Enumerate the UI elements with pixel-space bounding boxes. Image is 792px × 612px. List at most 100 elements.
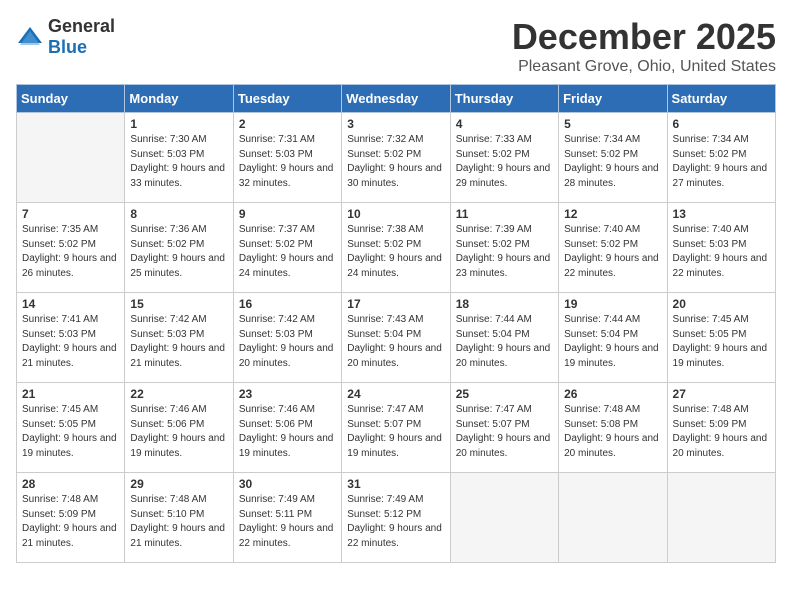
day-number: 11 xyxy=(456,207,553,221)
calendar-cell: 15 Sunrise: 7:42 AMSunset: 5:03 PMDayligh… xyxy=(125,293,233,383)
day-number: 19 xyxy=(564,297,661,311)
weekday-header-thursday: Thursday xyxy=(450,85,558,113)
calendar-cell: 3 Sunrise: 7:32 AMSunset: 5:02 PMDaylight… xyxy=(342,113,450,203)
day-number: 20 xyxy=(673,297,770,311)
logo-general: General xyxy=(48,16,115,36)
day-info: Sunrise: 7:36 AMSunset: 5:02 PMDaylight:… xyxy=(130,223,227,281)
calendar-cell: 13Sunrise: 7:40 AMSunset: 5:03 PMDayligh… xyxy=(667,203,775,293)
calendar-cell: 27 Sunrise: 7:48 AMSunset: 5:09 PMDayligh… xyxy=(667,383,775,473)
day-number: 7 xyxy=(22,207,119,221)
calendar-cell: 29 Sunrise: 7:48 AMSunset: 5:10 PMDayligh… xyxy=(125,473,233,563)
location-title: Pleasant Grove, Ohio, United States xyxy=(512,58,776,76)
day-info: Sunrise: 7:48 AMSunset: 5:09 PMDaylight:… xyxy=(22,493,119,551)
calendar-cell: 16 Sunrise: 7:42 AMSunset: 5:03 PMDayligh… xyxy=(233,293,341,383)
day-info: Sunrise: 7:46 AMSunset: 5:06 PMDaylight:… xyxy=(130,403,227,461)
calendar-cell: 17 Sunrise: 7:43 AMSunset: 5:04 PMDayligh… xyxy=(342,293,450,383)
day-number: 16 xyxy=(239,297,336,311)
day-info: Sunrise: 7:42 AMSunset: 5:03 PMDaylight:… xyxy=(130,313,227,371)
calendar-body: 1Sunrise: 7:30 AMSunset: 5:03 PMDaylight… xyxy=(17,113,776,563)
title-section: December 2025 Pleasant Grove, Ohio, Unit… xyxy=(512,16,776,76)
day-number: 23 xyxy=(239,387,336,401)
day-number: 8 xyxy=(130,207,227,221)
header: General Blue December 2025 Pleasant Grov… xyxy=(16,16,776,76)
day-info: Sunrise: 7:35 AMSunset: 5:02 PMDaylight:… xyxy=(22,223,119,281)
day-number: 13 xyxy=(673,207,770,221)
weekday-header-friday: Friday xyxy=(559,85,667,113)
weekday-header-saturday: Saturday xyxy=(667,85,775,113)
day-number: 26 xyxy=(564,387,661,401)
day-info: Sunrise: 7:32 AMSunset: 5:02 PMDaylight:… xyxy=(347,133,444,191)
calendar-cell: 24Sunrise: 7:47 AMSunset: 5:07 PMDayligh… xyxy=(342,383,450,473)
calendar-week-1: 7 Sunrise: 7:35 AMSunset: 5:02 PMDaylight… xyxy=(17,203,776,293)
calendar-cell: 10 Sunrise: 7:38 AMSunset: 5:02 PMDayligh… xyxy=(342,203,450,293)
day-info: Sunrise: 7:43 AMSunset: 5:04 PMDaylight:… xyxy=(347,313,444,371)
day-info: Sunrise: 7:48 AMSunset: 5:10 PMDaylight:… xyxy=(130,493,227,551)
day-number: 17 xyxy=(347,297,444,311)
day-number: 2 xyxy=(239,117,336,131)
calendar-cell: 26 Sunrise: 7:48 AMSunset: 5:08 PMDayligh… xyxy=(559,383,667,473)
calendar-cell: 28Sunrise: 7:48 AMSunset: 5:09 PMDayligh… xyxy=(17,473,125,563)
calendar-cell: 21Sunrise: 7:45 AMSunset: 5:05 PMDayligh… xyxy=(17,383,125,473)
day-info: Sunrise: 7:49 AMSunset: 5:12 PMDaylight:… xyxy=(347,493,444,551)
weekday-header-wednesday: Wednesday xyxy=(342,85,450,113)
day-info: Sunrise: 7:37 AMSunset: 5:02 PMDaylight:… xyxy=(239,223,336,281)
day-info: Sunrise: 7:41 AMSunset: 5:03 PMDaylight:… xyxy=(22,313,119,371)
weekday-header-sunday: Sunday xyxy=(17,85,125,113)
logo-blue: Blue xyxy=(48,37,87,57)
day-number: 25 xyxy=(456,387,553,401)
day-info: Sunrise: 7:40 AMSunset: 5:02 PMDaylight:… xyxy=(564,223,661,281)
calendar-cell: 9 Sunrise: 7:37 AMSunset: 5:02 PMDaylight… xyxy=(233,203,341,293)
day-number: 10 xyxy=(347,207,444,221)
day-number: 29 xyxy=(130,477,227,491)
day-info: Sunrise: 7:42 AMSunset: 5:03 PMDaylight:… xyxy=(239,313,336,371)
day-info: Sunrise: 7:46 AMSunset: 5:06 PMDaylight:… xyxy=(239,403,336,461)
calendar-cell xyxy=(450,473,558,563)
day-info: Sunrise: 7:45 AMSunset: 5:05 PMDaylight:… xyxy=(673,313,770,371)
calendar-cell xyxy=(667,473,775,563)
day-info: Sunrise: 7:44 AMSunset: 5:04 PMDaylight:… xyxy=(456,313,553,371)
calendar-cell: 31 Sunrise: 7:49 AMSunset: 5:12 PMDayligh… xyxy=(342,473,450,563)
day-info: Sunrise: 7:47 AMSunset: 5:07 PMDaylight:… xyxy=(456,403,553,461)
day-number: 15 xyxy=(130,297,227,311)
logo-icon xyxy=(16,25,44,49)
month-title: December 2025 xyxy=(512,16,776,58)
day-info: Sunrise: 7:45 AMSunset: 5:05 PMDaylight:… xyxy=(22,403,119,461)
calendar-cell: 23 Sunrise: 7:46 AMSunset: 5:06 PMDayligh… xyxy=(233,383,341,473)
day-number: 27 xyxy=(673,387,770,401)
calendar-cell xyxy=(17,113,125,203)
calendar-cell: 22 Sunrise: 7:46 AMSunset: 5:06 PMDayligh… xyxy=(125,383,233,473)
calendar-week-4: 28Sunrise: 7:48 AMSunset: 5:09 PMDayligh… xyxy=(17,473,776,563)
day-info: Sunrise: 7:48 AMSunset: 5:09 PMDaylight:… xyxy=(673,403,770,461)
day-info: Sunrise: 7:49 AMSunset: 5:11 PMDaylight:… xyxy=(239,493,336,551)
calendar-week-3: 21Sunrise: 7:45 AMSunset: 5:05 PMDayligh… xyxy=(17,383,776,473)
calendar-cell: 7 Sunrise: 7:35 AMSunset: 5:02 PMDaylight… xyxy=(17,203,125,293)
day-number: 5 xyxy=(564,117,661,131)
day-info: Sunrise: 7:44 AMSunset: 5:04 PMDaylight:… xyxy=(564,313,661,371)
calendar-cell: 19 Sunrise: 7:44 AMSunset: 5:04 PMDayligh… xyxy=(559,293,667,383)
calendar-cell: 18Sunrise: 7:44 AMSunset: 5:04 PMDayligh… xyxy=(450,293,558,383)
day-info: Sunrise: 7:33 AMSunset: 5:02 PMDaylight:… xyxy=(456,133,553,191)
day-info: Sunrise: 7:48 AMSunset: 5:08 PMDaylight:… xyxy=(564,403,661,461)
weekday-header-row: SundayMondayTuesdayWednesdayThursdayFrid… xyxy=(17,85,776,113)
day-info: Sunrise: 7:47 AMSunset: 5:07 PMDaylight:… xyxy=(347,403,444,461)
calendar-week-2: 14Sunrise: 7:41 AMSunset: 5:03 PMDayligh… xyxy=(17,293,776,383)
day-number: 31 xyxy=(347,477,444,491)
calendar-cell: 14Sunrise: 7:41 AMSunset: 5:03 PMDayligh… xyxy=(17,293,125,383)
calendar-cell: 12 Sunrise: 7:40 AMSunset: 5:02 PMDayligh… xyxy=(559,203,667,293)
day-number: 12 xyxy=(564,207,661,221)
day-info: Sunrise: 7:31 AMSunset: 5:03 PMDaylight:… xyxy=(239,133,336,191)
day-info: Sunrise: 7:39 AMSunset: 5:02 PMDaylight:… xyxy=(456,223,553,281)
calendar-cell: 8 Sunrise: 7:36 AMSunset: 5:02 PMDaylight… xyxy=(125,203,233,293)
day-number: 3 xyxy=(347,117,444,131)
calendar-cell: 30Sunrise: 7:49 AMSunset: 5:11 PMDayligh… xyxy=(233,473,341,563)
calendar-cell: 25 Sunrise: 7:47 AMSunset: 5:07 PMDayligh… xyxy=(450,383,558,473)
calendar-cell: 20 Sunrise: 7:45 AMSunset: 5:05 PMDayligh… xyxy=(667,293,775,383)
day-info: Sunrise: 7:30 AMSunset: 5:03 PMDaylight:… xyxy=(130,133,227,191)
calendar-cell: 4 Sunrise: 7:33 AMSunset: 5:02 PMDaylight… xyxy=(450,113,558,203)
day-number: 22 xyxy=(130,387,227,401)
day-number: 4 xyxy=(456,117,553,131)
day-info: Sunrise: 7:38 AMSunset: 5:02 PMDaylight:… xyxy=(347,223,444,281)
calendar-cell xyxy=(559,473,667,563)
day-number: 9 xyxy=(239,207,336,221)
logo-text: General Blue xyxy=(48,16,115,58)
